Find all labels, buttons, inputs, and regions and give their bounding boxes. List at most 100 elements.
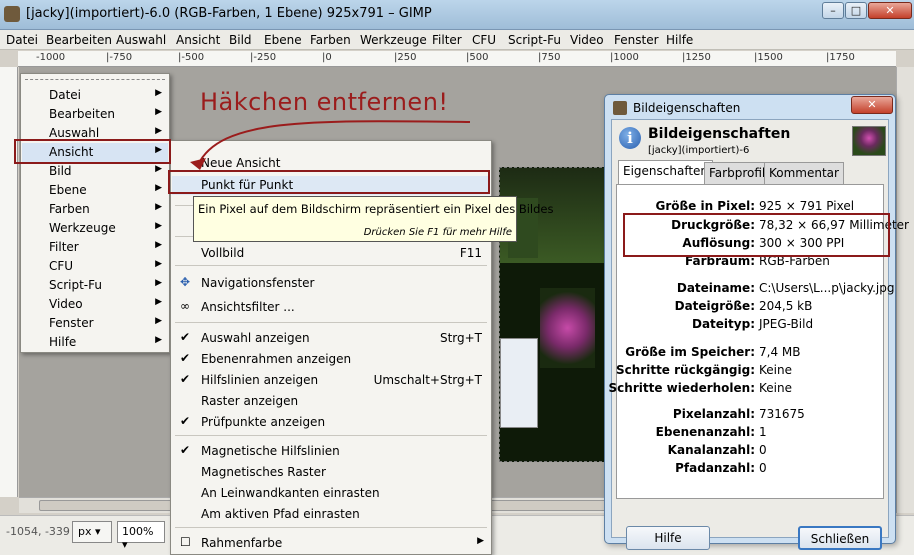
context-menu-item[interactable]: Datei ▶	[22, 86, 168, 105]
context-menu-item[interactable]: Farben ▶	[22, 200, 168, 219]
menu-accelerator: Strg+T	[439, 331, 482, 345]
close-window-button[interactable]: ✕	[868, 2, 912, 19]
flower-region	[540, 288, 595, 368]
ansicht-submenu-item[interactable]: ✔ Prüfpunkte anzeigen	[172, 413, 490, 432]
dropdown-arrow-icon: ▾	[95, 525, 101, 538]
menu-auswahl[interactable]: Auswahl	[116, 33, 166, 47]
menu-item-label: Prüfpunkte anzeigen	[201, 415, 326, 429]
context-menu-item[interactable]: Video ▶	[22, 295, 168, 314]
dialog-subheader: [jacky](importiert)-6	[648, 145, 750, 156]
context-menu-item[interactable]: Fenster ▶	[22, 314, 168, 333]
submenu-arrow-icon: ▶	[155, 240, 162, 250]
ruler-label: |0	[322, 52, 332, 63]
menu-bild[interactable]: Bild	[229, 33, 252, 47]
dialog-body: i Bildeigenschaften [jacky](importiert)-…	[609, 119, 909, 550]
info-icon: i	[619, 127, 641, 149]
context-menu-item[interactable]: Bearbeiten ▶	[22, 105, 168, 124]
menu-ansicht[interactable]: Ansicht	[176, 33, 220, 47]
context-menu-item[interactable]: Ebene ▶	[22, 181, 168, 200]
menu-ebene[interactable]: Ebene	[264, 33, 302, 47]
highlight-box-print-size	[623, 213, 890, 257]
ansicht-submenu-item[interactable]: ∞ Ansichtsfilter ...	[172, 298, 490, 317]
menu-item-label: Rahmenfarbe	[201, 536, 283, 550]
vertical-scrollbar[interactable]	[896, 67, 914, 513]
menu-fenster[interactable]: Fenster	[614, 33, 659, 47]
menu-item-label: CFU	[49, 259, 74, 273]
window-titlebar: [jacky](importiert)-6.0 (RGB-Farben, 1 E…	[0, 0, 914, 30]
close-button[interactable]: Schließen	[798, 526, 882, 550]
ansicht-submenu-item[interactable]: Vollbild F11	[172, 244, 490, 263]
context-menu-item[interactable]: Script-Fu ▶	[22, 276, 168, 295]
ruler-label: |500	[466, 52, 489, 63]
menu-filter[interactable]: Filter	[432, 33, 462, 47]
ansicht-submenu-item[interactable]: ✔ Auswahl anzeigen Strg+T	[172, 329, 490, 348]
ansicht-submenu-item[interactable]: Am aktiven Pfad einrasten	[172, 505, 490, 524]
help-button[interactable]: Hilfe	[626, 526, 710, 550]
unit-select[interactable]: px ▾	[72, 521, 112, 543]
ansicht-submenu-item[interactable]: An Leinwandkanten einrasten	[172, 484, 490, 503]
ansicht-submenu-item[interactable]: ☐ ▶ Rahmenfarbe	[172, 534, 490, 553]
property-key: Dateigröße:	[674, 299, 755, 313]
tab-eigenschaften[interactable]: Eigenschaften	[618, 160, 714, 184]
checkmark-icon: ✔	[180, 330, 191, 344]
property-row: Dateigröße: 204,5 kB	[617, 299, 885, 316]
ansicht-submenu-item[interactable]: ✔ Hilfslinien anzeigen Umschalt+Strg+T	[172, 371, 490, 390]
ansicht-submenu-item[interactable]: ✥ Navigationsfenster	[172, 274, 490, 293]
menu-item-label: Vollbild	[201, 246, 245, 260]
menu-item-label: Bild	[49, 164, 72, 178]
property-key: Schritte wiederholen:	[608, 381, 755, 395]
context-menu-item[interactable]: Bild ▶	[22, 162, 168, 181]
tab-farbprofil[interactable]: Farbprofil	[704, 162, 771, 184]
property-row: Pixelanzahl: 731675	[617, 407, 885, 424]
menu-hilfe[interactable]: Hilfe	[666, 33, 693, 47]
minimize-button[interactable]: –	[822, 2, 844, 19]
gimp-app-icon	[4, 6, 20, 22]
context-menu-item[interactable]: Filter ▶	[22, 238, 168, 257]
property-row: Schritte wiederholen: Keine	[609, 381, 885, 398]
dialog-close-button[interactable]: ✕	[851, 96, 893, 114]
property-key: Dateityp:	[692, 317, 755, 331]
context-menu-item[interactable]: CFU ▶	[22, 257, 168, 276]
image-region	[500, 338, 538, 428]
property-value: 0	[759, 443, 767, 457]
menu-item-label: Magnetische Hilfslinien	[201, 444, 340, 458]
zoom-select[interactable]: 100% ▾	[117, 521, 165, 551]
ansicht-submenu-item[interactable]: Raster anzeigen	[172, 392, 490, 411]
property-value: Keine	[759, 363, 792, 377]
menu-video[interactable]: Video	[570, 33, 604, 47]
property-row: Dateiname: C:\Users\L...p\jacky.jpg	[617, 281, 895, 298]
ansicht-submenu-item[interactable]: ✔ Magnetische Hilfslinien	[172, 442, 490, 461]
ansicht-submenu-item[interactable]: Magnetisches Raster	[172, 463, 490, 482]
menubar: Datei Bearbeiten Auswahl Ansicht Bild Eb…	[0, 30, 914, 50]
vertical-ruler[interactable]	[0, 67, 18, 497]
tearoff-line[interactable]	[25, 79, 165, 80]
context-menu-item[interactable]: Werkzeuge ▶	[22, 219, 168, 238]
property-key: Kanalanzahl:	[667, 443, 755, 457]
menu-item-label: Ebenenrahmen anzeigen	[201, 352, 352, 366]
menu-item-label: Video	[49, 297, 83, 311]
ruler-label: -1000	[36, 52, 66, 63]
menu-separator	[175, 435, 487, 436]
property-key: Größe in Pixel:	[655, 199, 756, 213]
horizontal-ruler[interactable]: -1000 |-750 |-500 |-250 |0 |250 |500 |75…	[18, 51, 896, 67]
tab-kommentar[interactable]: Kommentar	[764, 162, 844, 184]
context-menu-item[interactable]: Hilfe ▶	[22, 333, 168, 352]
menu-cfu[interactable]: CFU	[472, 33, 496, 47]
menu-werkzeuge[interactable]: Werkzeuge	[360, 33, 427, 47]
menu-farben[interactable]: Farben	[310, 33, 351, 47]
menu-datei[interactable]: Datei	[6, 33, 38, 47]
menu-script-fu[interactable]: Script-Fu	[508, 33, 561, 47]
menu-item-label: Magnetisches Raster	[201, 465, 326, 479]
menu-item-label: Navigationsfenster	[201, 276, 315, 290]
property-row: Pfadanzahl: 0	[617, 461, 885, 478]
maximize-button[interactable]: □	[845, 2, 867, 19]
menu-item-label: Filter	[49, 240, 79, 254]
unit-value: px	[78, 525, 92, 538]
menu-item-label: Bearbeiten	[49, 107, 115, 121]
property-key: Schritte rückgängig:	[616, 363, 755, 377]
tooltip: Ein Pixel auf dem Bildschirm repräsentie…	[193, 196, 553, 242]
ansicht-submenu-item[interactable]: ✔ Ebenenrahmen anzeigen	[172, 350, 490, 369]
menu-bearbeiten[interactable]: Bearbeiten	[46, 33, 112, 47]
ruler-label: |-250	[250, 52, 277, 63]
menu-accelerator: F11	[459, 246, 482, 260]
